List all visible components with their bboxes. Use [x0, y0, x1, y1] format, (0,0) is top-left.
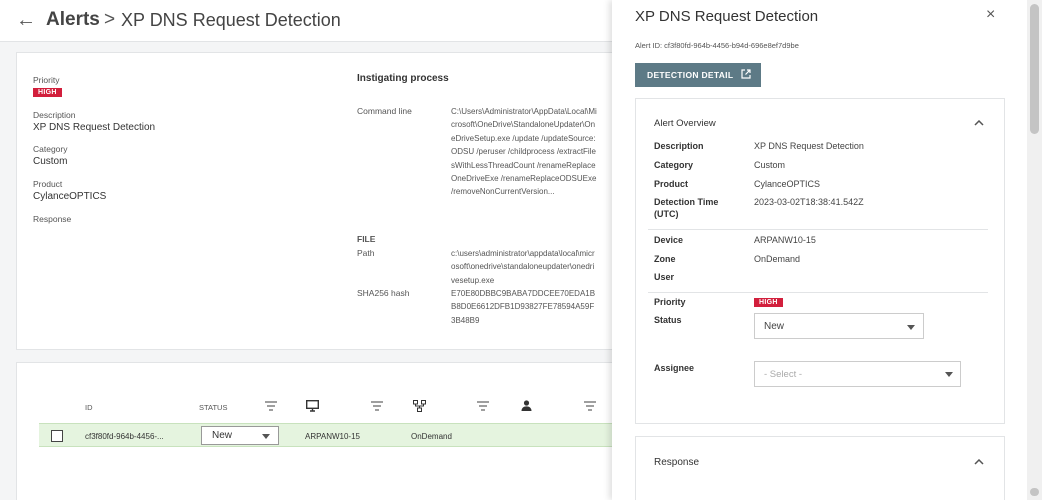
sha256-value: E70E80DBBC9BABA7DDCEE70EDA1BB8D0E6612DFB… [451, 289, 596, 325]
overview-description-label: Description [654, 141, 704, 151]
chevron-up-icon[interactable] [974, 459, 984, 465]
overview-description-value: XP DNS Request Detection [754, 141, 864, 151]
product-value: CylanceOPTICS [33, 191, 107, 202]
description-label: Description [33, 110, 76, 120]
priority-label: Priority [33, 75, 60, 85]
column-header-id[interactable]: ID [85, 403, 93, 412]
divider [648, 292, 988, 293]
back-arrow-icon[interactable]: ← [16, 9, 36, 31]
product-label: Product [33, 179, 63, 189]
status-select-value: New [764, 321, 785, 332]
alert-overview-section: Alert Overview Description XP DNS Reques… [635, 98, 1005, 424]
overview-priority-label: Priority [654, 297, 686, 307]
row-status-value: New [212, 430, 233, 441]
overview-product-label: Product [654, 179, 689, 189]
overview-user-label: User [654, 272, 675, 282]
breadcrumb-alerts[interactable]: Alerts [46, 9, 100, 31]
overview-detection-time-sublabel: (UTC) [654, 209, 679, 219]
row-checkbox[interactable] [51, 430, 63, 442]
category-value: Custom [33, 156, 68, 167]
chevron-up-icon[interactable] [974, 120, 984, 126]
command-line-value: C:\Users\Administrator\AppData\Local\Mic… [451, 107, 597, 197]
overview-device-label: Device [654, 235, 684, 245]
row-zone: OnDemand [411, 432, 452, 441]
close-icon[interactable]: × [986, 6, 995, 24]
overview-device-value: ARPANW10-15 [754, 235, 816, 245]
path-label: Path [357, 248, 375, 258]
row-device: ARPANW10-15 [305, 432, 360, 441]
alerts-table: ID STATUS cf3f80fd-964b-4456-... New ARP… [16, 362, 626, 500]
detection-detail-label: DETECTION DETAIL [647, 70, 734, 80]
command-line-label: Command line [357, 106, 412, 116]
response-section: Response [635, 436, 1005, 500]
assignee-select[interactable]: - Select - [754, 361, 961, 387]
user-icon [521, 400, 532, 411]
assignee-placeholder: - Select - [764, 369, 803, 380]
detection-detail-button[interactable]: DETECTION DETAIL [635, 63, 761, 87]
filter-icon[interactable] [584, 401, 596, 411]
filter-icon[interactable] [477, 401, 489, 411]
breadcrumb-separator: > [104, 9, 116, 30]
response-label: Response [33, 214, 72, 224]
status-select[interactable]: New [754, 313, 924, 339]
priority-badge: HIGH [33, 88, 62, 97]
instigating-process-title: Instigating process [357, 73, 449, 84]
overview-detection-time-label: Detection Time [654, 197, 719, 207]
sha256-label: SHA256 hash [357, 288, 410, 298]
row-id[interactable]: cf3f80fd-964b-4456-... [85, 432, 164, 441]
chevron-down-icon [262, 434, 270, 439]
overview-category-label: Category [654, 160, 694, 170]
filter-icon[interactable] [265, 401, 277, 411]
page-title: XP DNS Request Detection [121, 10, 341, 30]
column-header-status[interactable]: STATUS [199, 403, 227, 412]
path-value: c:\users\administrator\appdata\local\mic… [451, 249, 595, 285]
overview-detection-time-value: 2023-03-02T18:38:41.542Z [754, 197, 864, 207]
chevron-down-icon [945, 372, 953, 377]
filter-icon[interactable] [371, 401, 383, 411]
alert-side-panel: XP DNS Request Detection × Alert ID: cf3… [612, 0, 1042, 500]
file-section-label: FILE [357, 234, 376, 244]
overview-product-value: CylanceOPTICS [754, 179, 821, 189]
alert-id: Alert ID: cf3f80fd-964b-4456-b94d-696e8e… [635, 41, 799, 50]
chevron-down-icon [907, 325, 915, 330]
overview-zone-value: OnDemand [754, 254, 801, 264]
alert-overview-title[interactable]: Alert Overview [654, 118, 716, 129]
monitor-icon [306, 400, 319, 412]
network-icon [413, 400, 426, 412]
description-value: XP DNS Request Detection [33, 122, 156, 133]
overview-priority-badge: HIGH [754, 298, 783, 307]
panel-title: XP DNS Request Detection [635, 8, 819, 25]
category-label: Category [33, 144, 68, 154]
overview-assignee-label: Assignee [654, 363, 695, 373]
overview-status-label: Status [654, 315, 682, 325]
row-status-select[interactable]: New [201, 426, 279, 445]
overview-zone-label: Zone [654, 254, 676, 264]
scrollbar-thumb[interactable] [1030, 4, 1039, 134]
external-link-icon [741, 69, 751, 79]
response-title[interactable]: Response [654, 457, 699, 468]
table-row[interactable]: cf3f80fd-964b-4456-... New ARPANW10-15 O… [39, 423, 617, 447]
overview-category-value: Custom [754, 160, 786, 170]
scrollbar-thumb-bottom[interactable] [1030, 488, 1039, 496]
divider [648, 229, 988, 230]
alert-detail-card: Priority HIGH Description XP DNS Request… [16, 52, 626, 350]
